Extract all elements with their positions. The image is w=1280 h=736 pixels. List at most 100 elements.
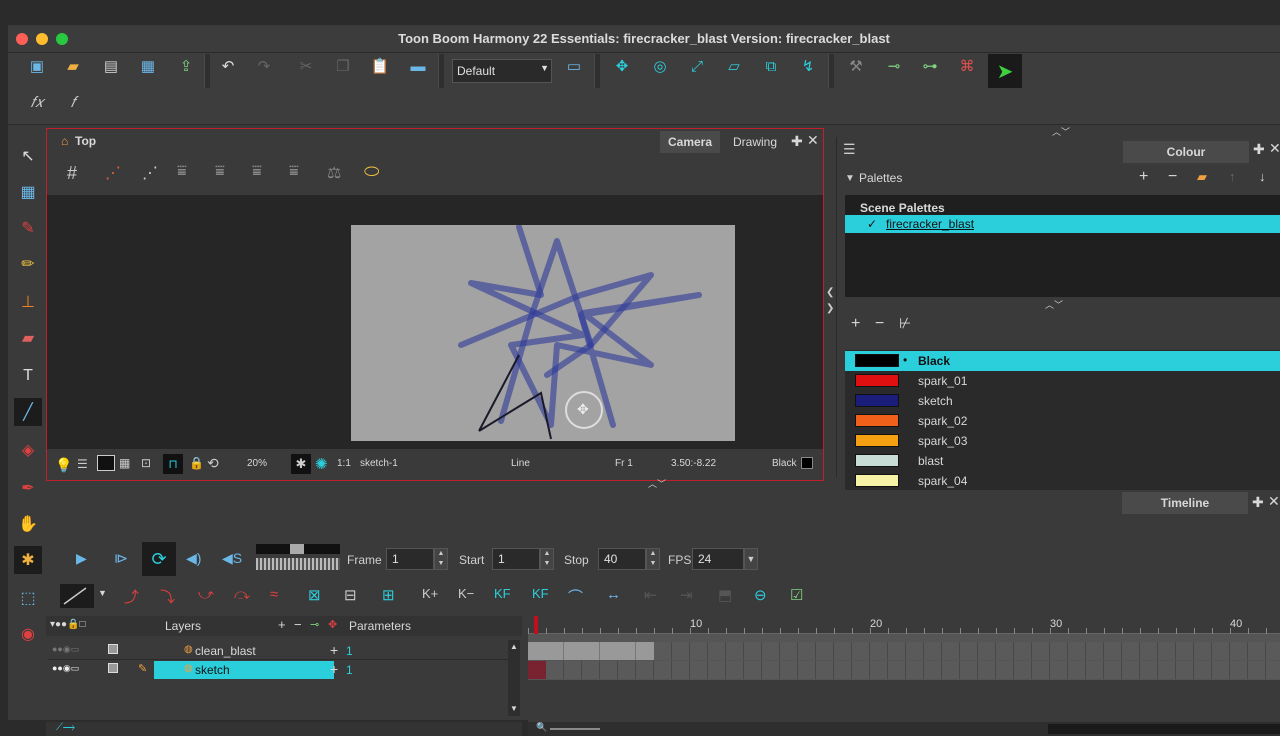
ik-icon[interactable]: ⌘ [954, 53, 980, 79]
timeline-horizontal-scrollbar[interactable]: 🔍 [528, 722, 1280, 736]
tab-colour[interactable]: Colour [1123, 141, 1249, 163]
swatch-row-spark-04[interactable]: spark_04 [845, 471, 1280, 491]
layer-3-icon[interactable]: ⩸ [252, 163, 262, 181]
swatch-row-spark-03[interactable]: spark_03 [845, 431, 1280, 451]
layer-name[interactable]: sketch [195, 663, 230, 677]
sound-scrub-icon[interactable]: ◀S [222, 550, 242, 567]
ease-in-icon[interactable]: ⤴ [124, 586, 139, 607]
swatch-row-sketch[interactable]: sketch [845, 391, 1280, 411]
animate-tool-icon[interactable]: ✱ [14, 546, 42, 574]
header-toggles-icon[interactable]: ▾●●🔒□ [50, 619, 86, 630]
playback-speed-slider[interactable] [256, 544, 340, 554]
timeline-zoom-slider[interactable] [550, 728, 600, 730]
crop-icon[interactable]: ⊓ [163, 454, 183, 474]
layers-icon[interactable]: ☰ [77, 457, 88, 471]
open-scene-icon[interactable]: ▰ [60, 53, 86, 79]
bone-icon[interactable]: ⊶ [917, 53, 943, 79]
tab-timeline[interactable]: Timeline [1122, 492, 1248, 514]
camera-tool-icon[interactable]: ◉ [14, 620, 42, 648]
transform-tool-icon[interactable]: ⬚ [14, 584, 42, 612]
scale-icon[interactable]: ⤢ [684, 53, 710, 79]
onion-skin-icon[interactable]: ⋰ [142, 163, 158, 183]
stepped-icon[interactable]: ≈ [270, 586, 278, 603]
ease-out-icon[interactable]: ⤵ [160, 586, 175, 607]
close-icon[interactable]: ✕ [1268, 493, 1280, 510]
deformer-icon[interactable]: ➤ [988, 54, 1022, 88]
skew-icon[interactable]: ▱ [721, 53, 747, 79]
expand-layer-icon[interactable]: + [330, 661, 338, 677]
palette-options-icon[interactable]: ↑ [1229, 169, 1236, 184]
zoom-level[interactable]: 20% [247, 458, 267, 469]
paint-tool-icon[interactable]: ◈ [14, 436, 42, 464]
add-frame-icon[interactable]: K+ [422, 586, 438, 601]
menu-icon[interactable]: ☰ [843, 141, 856, 158]
dropper-tool-icon[interactable]: ✒ [14, 474, 42, 502]
reset-view-icon[interactable]: ⟲ [207, 455, 219, 472]
swatch-row-blast[interactable]: blast [845, 451, 1280, 471]
exposed-cells[interactable] [528, 642, 654, 660]
prev-keyframe-icon[interactable]: ⇤ [644, 586, 657, 604]
pencil-tool-icon[interactable]: ✏ [14, 250, 42, 278]
workspace-manager-icon[interactable]: ▭ [561, 53, 587, 79]
copy-icon[interactable]: ❐ [330, 53, 356, 79]
layer-1-icon[interactable]: ⩸ [177, 163, 187, 181]
add-colour-icon[interactable]: + [851, 315, 860, 333]
safe-area-icon[interactable] [97, 455, 115, 471]
next-keyframe-icon[interactable]: ⇥ [680, 586, 693, 604]
create-drawing-icon[interactable]: ⊞ [382, 586, 395, 604]
start-input[interactable]: 1 [492, 548, 540, 570]
rig-tool-icon[interactable]: ⚒ [843, 53, 869, 79]
layer-2-icon[interactable]: ⩸ [215, 163, 225, 181]
layer-4-icon[interactable]: ⩸ [289, 163, 299, 181]
sketch-frames[interactable] [528, 661, 1280, 679]
timeline-frames[interactable]: 10 20 30 40 [528, 616, 1280, 722]
select-tool-icon[interactable]: ↖ [14, 142, 42, 170]
library-icon[interactable]: ▬ [405, 53, 431, 79]
frame-stepper[interactable]: ▲ ▼ [434, 548, 448, 570]
tab-drawing[interactable]: Drawing [725, 131, 785, 153]
redo-icon[interactable]: ↷ [251, 53, 277, 79]
table-icon[interactable]: ▦ [119, 456, 130, 470]
add-view-icon[interactable]: ✚ [1252, 494, 1264, 511]
layer-name[interactable]: clean_blast [195, 644, 256, 658]
key-all-icon[interactable]: ⊠ [308, 586, 321, 604]
splitter-icon[interactable]: ︿﹀ [1045, 298, 1063, 311]
distort-icon[interactable]: ↯ [795, 53, 821, 79]
fps-dropdown[interactable]: ▼ [744, 548, 758, 570]
remove-frame-icon[interactable]: K− [458, 586, 474, 601]
add-texture-icon[interactable]: ⊬ [899, 315, 911, 332]
layer-row-sketch[interactable]: ●●◉▭ ✎ ◍ sketch + 1 [48, 661, 508, 679]
remove-colour-icon[interactable]: − [875, 315, 884, 333]
timeline-tool-icon[interactable]: ⟋⟶ [56, 722, 75, 733]
chevron-down-icon[interactable]: ▼ [98, 588, 107, 598]
start-stepper[interactable]: ▲ ▼ [540, 548, 554, 570]
layer-toggles-icon[interactable]: ●●◉▭ [52, 644, 79, 655]
layers-scrollbar[interactable]: ▲ ▼ [508, 640, 520, 716]
add-view-icon[interactable]: ✚ [1253, 141, 1265, 158]
mirror-icon[interactable]: ⬭ [364, 161, 379, 182]
breadcrumb[interactable]: Top [75, 134, 96, 148]
light-table-icon[interactable]: ⋰ [105, 163, 121, 183]
stop-stepper[interactable]: ▲ ▼ [646, 548, 660, 570]
gear-icon[interactable]: ✱ [291, 454, 311, 474]
field-icon[interactable]: ⊡ [141, 456, 151, 470]
loop-icon[interactable]: ⟳ [142, 542, 176, 576]
eraser-tool-icon[interactable]: ▰ [14, 324, 42, 352]
save-as-icon[interactable]: ▦ [135, 53, 161, 79]
text-tool-icon[interactable]: T [14, 362, 42, 390]
expand-layer-icon[interactable]: + [330, 642, 338, 658]
remove-layer-icon[interactable]: − [294, 617, 302, 632]
ease-custom-icon[interactable]: ⤼ [234, 586, 250, 603]
close-icon[interactable]: ✕ [807, 132, 819, 149]
add-layer-icon[interactable]: + [278, 617, 286, 632]
move-down-icon[interactable]: ↓ [1259, 169, 1266, 184]
close-icon[interactable]: ✕ [1269, 140, 1280, 157]
layers-horizontal-scrollbar[interactable] [46, 722, 522, 736]
workspace-select[interactable]: Default ▼ [452, 59, 552, 83]
stop-motion-icon[interactable]: ↔ [606, 586, 621, 603]
cut-icon[interactable]: ✂ [293, 53, 319, 79]
sound-icon[interactable]: ◀) [186, 550, 201, 567]
jog-wheel[interactable] [256, 558, 340, 570]
add-palette-icon[interactable]: + [1139, 168, 1148, 186]
tab-camera[interactable]: Camera [660, 131, 721, 153]
